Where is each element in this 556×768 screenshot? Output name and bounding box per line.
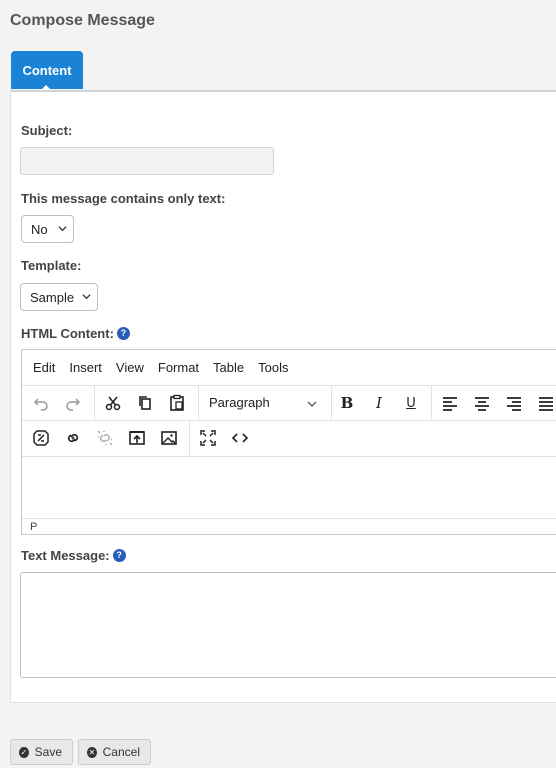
menu-insert[interactable]: Insert [69,360,102,375]
align-justify-icon[interactable] [537,394,555,412]
merge-tag-icon[interactable] [32,429,50,447]
underline-icon[interactable]: U [402,394,420,412]
subject-label: Subject: [21,123,73,138]
redo-icon[interactable] [64,394,82,412]
question-circle-icon[interactable]: ? [116,326,130,340]
html-content-label: HTML Content: [21,326,114,341]
text-message-label: Text Message: [21,548,110,563]
tab-content-label: Content [22,62,72,78]
cancel-button[interactable]: ✕ Cancel [78,739,151,765]
menu-view[interactable]: View [116,360,144,375]
element-path[interactable]: P [30,521,37,533]
code-icon[interactable] [231,429,249,447]
menu-tools[interactable]: Tools [258,360,288,375]
editor-toolbar-row-1: Paragraph B I U [22,385,556,421]
template-select-value: Sample [30,289,75,305]
align-right-icon[interactable] [505,394,523,412]
text-message-label-row: Text Message:? [21,548,126,563]
menu-edit[interactable]: Edit [33,360,55,375]
text-message-textarea[interactable] [20,572,556,678]
editor-statusbar: P [22,518,556,536]
chevron-down-icon [82,294,91,300]
block-format-select[interactable]: Paragraph [209,395,270,410]
menu-table[interactable]: Table [213,360,244,375]
upload-icon[interactable] [128,429,146,447]
unlink-icon[interactable] [96,429,114,447]
cancel-button-label: Cancel [102,745,140,759]
bold-icon[interactable]: B [338,394,356,412]
menu-format[interactable]: Format [158,360,199,375]
fullscreen-icon[interactable] [199,429,217,447]
paste-icon[interactable] [168,394,186,412]
save-button-label: Save [34,745,62,759]
check-circle-icon: ✓ [19,746,29,758]
editor-menubar: Edit Insert View Format Table Tools [22,350,556,384]
subject-input[interactable] [20,147,274,175]
cut-icon[interactable] [104,394,122,412]
image-icon[interactable] [160,429,178,447]
html-content-label-row: HTML Content:? [21,326,130,341]
page-title: Compose Message [10,12,155,29]
question-circle-icon[interactable]: ? [112,548,126,562]
text-only-label: This message contains only text: [21,191,226,206]
close-circle-icon: ✕ [87,746,97,758]
template-select[interactable]: Sample [20,283,98,311]
template-label: Template: [21,258,82,273]
html-content-editor-area[interactable] [22,456,556,518]
tab-content[interactable]: Content [11,51,83,89]
editor-toolbar-row-2 [22,420,556,457]
align-left-icon[interactable] [441,394,459,412]
align-center-icon[interactable] [473,394,491,412]
save-button[interactable]: ✓ Save [10,739,73,765]
italic-icon[interactable]: I [370,394,388,412]
text-only-select[interactable]: No [21,215,74,243]
chevron-down-icon [307,401,317,407]
link-icon[interactable] [64,429,82,447]
text-only-select-value: No [31,221,48,237]
copy-icon[interactable] [136,394,154,412]
chevron-down-icon [58,226,67,232]
undo-icon[interactable] [32,394,50,412]
html-editor: Edit Insert View Format Table Tools Para… [21,349,556,535]
